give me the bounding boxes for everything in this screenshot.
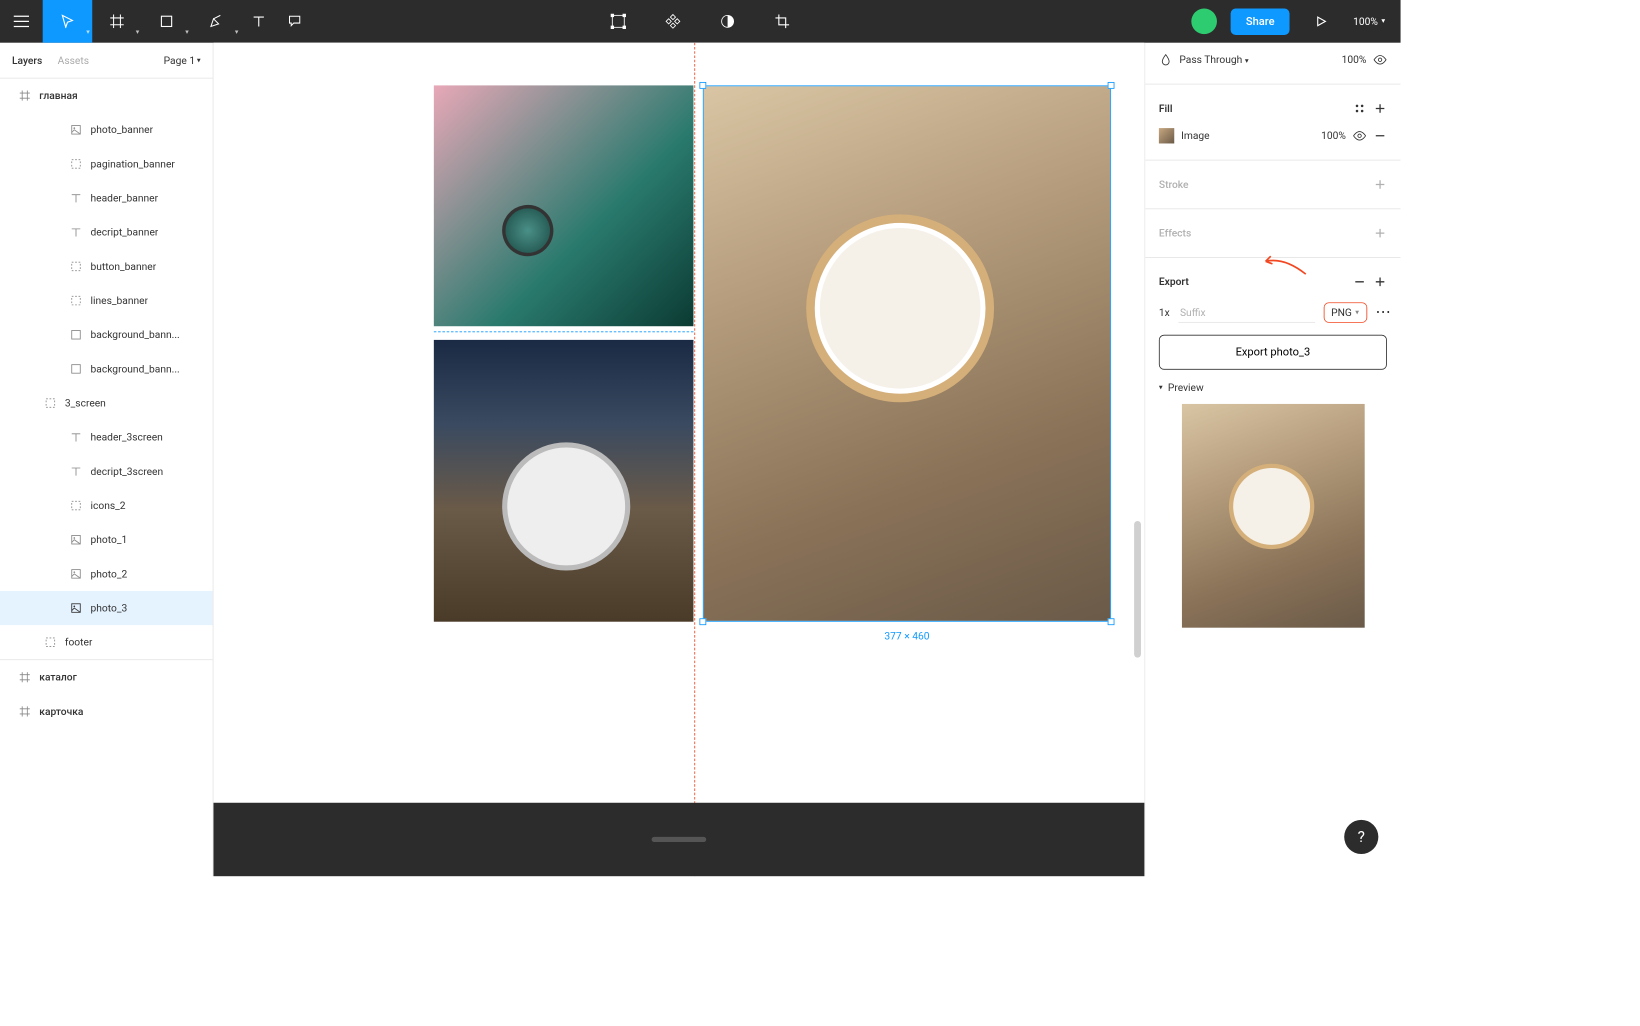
layer-row[interactable]: header_3screen — [0, 420, 213, 454]
add-stroke-icon[interactable] — [1373, 178, 1387, 192]
crop-icon[interactable] — [764, 0, 800, 43]
blend-mode-dropdown[interactable]: Pass Through ▾ — [1179, 54, 1248, 66]
present-button[interactable] — [1304, 0, 1340, 43]
blend-icon — [1159, 53, 1173, 67]
pen-tool[interactable]: ▾ — [191, 0, 241, 43]
resize-handle[interactable] — [699, 82, 706, 89]
tab-assets[interactable]: Assets — [58, 54, 89, 66]
smart-guide — [434, 331, 694, 332]
edit-object-icon[interactable] — [600, 0, 636, 43]
layer-row[interactable]: decript_banner — [0, 215, 213, 249]
export-preview-image — [1182, 404, 1365, 628]
frame-row[interactable]: карточка — [0, 694, 213, 728]
fill-opacity[interactable]: 100% — [1321, 130, 1346, 142]
export-scale-input[interactable]: 1x — [1159, 307, 1170, 319]
resize-handle[interactable] — [699, 618, 706, 625]
move-tool[interactable]: ▾ — [43, 0, 93, 43]
rect-icon — [70, 363, 82, 375]
export-button[interactable]: Export photo_3 — [1159, 335, 1387, 370]
group-icon — [44, 397, 56, 409]
add-effect-icon[interactable] — [1373, 226, 1387, 240]
layer-row[interactable]: photo_2 — [0, 557, 213, 591]
rect-icon — [70, 329, 82, 341]
layer-row[interactable]: decript_3screen — [0, 454, 213, 488]
design-panel: Pass Through ▾ 100% Fill Image 100% — [1144, 43, 1400, 877]
group-row[interactable]: 3_screen — [0, 386, 213, 420]
canvas-selection[interactable] — [703, 85, 1111, 621]
text-icon — [70, 226, 82, 238]
comment-tool[interactable] — [277, 0, 313, 43]
layer-row-selected[interactable]: photo_3 — [0, 591, 213, 625]
layers-panel: Layers Assets Page 1▾ главная photo_bann… — [0, 43, 214, 877]
frame-icon — [70, 260, 82, 272]
zoom-dropdown[interactable]: 100%▾ — [1353, 15, 1385, 27]
preview-toggle[interactable]: ▾ Preview — [1159, 382, 1387, 394]
main-menu-button[interactable] — [0, 0, 43, 43]
guide-line — [694, 43, 695, 877]
export-header: Export — [1159, 276, 1189, 288]
text-tool[interactable] — [241, 0, 277, 43]
share-button[interactable]: Share — [1231, 8, 1290, 34]
add-fill-icon[interactable] — [1373, 102, 1387, 116]
export-format-dropdown[interactable]: PNG▾ — [1323, 302, 1366, 322]
user-avatar[interactable] — [1191, 9, 1217, 35]
selection-dimensions: 377 × 460 — [822, 630, 993, 642]
frame-icon — [19, 671, 31, 683]
image-icon — [70, 568, 82, 580]
styles-icon[interactable] — [1353, 102, 1367, 116]
frame-icon — [70, 158, 82, 170]
components-icon[interactable] — [655, 0, 691, 43]
image-icon — [70, 534, 82, 546]
bottom-toolbar — [214, 803, 1145, 876]
effects-header: Effects — [1159, 227, 1191, 239]
mask-icon[interactable] — [710, 0, 746, 43]
frame-row[interactable]: каталог — [0, 660, 213, 694]
image-icon — [70, 602, 82, 614]
visibility-icon[interactable] — [1353, 129, 1367, 143]
layer-row[interactable]: photo_1 — [0, 523, 213, 557]
image-icon — [70, 124, 82, 136]
resize-handle[interactable] — [1108, 82, 1115, 89]
frame-row[interactable]: главная — [0, 79, 213, 113]
frame-icon — [19, 705, 31, 717]
frame-icon — [70, 500, 82, 512]
page-dropdown[interactable]: Page 1▾ — [164, 54, 201, 66]
group-icon — [44, 636, 56, 648]
fill-type-label: Image — [1181, 130, 1210, 142]
layer-row[interactable]: background_bann... — [0, 318, 213, 352]
bottom-handle[interactable] — [652, 837, 707, 842]
text-icon — [70, 192, 82, 204]
canvas-image-photo-1[interactable] — [434, 85, 694, 326]
stroke-header: Stroke — [1159, 178, 1189, 190]
fill-swatch[interactable] — [1159, 128, 1174, 143]
top-toolbar: ▾ ▾ ▾ ▾ Share 100%▾ — [0, 0, 1401, 43]
resize-handle[interactable] — [1108, 618, 1115, 625]
text-icon — [70, 431, 82, 443]
layer-row[interactable]: photo_banner — [0, 113, 213, 147]
group-row[interactable]: footer — [0, 625, 213, 659]
remove-fill-icon[interactable] — [1373, 129, 1387, 143]
frame-icon — [19, 90, 31, 102]
layer-row[interactable]: lines_banner — [0, 284, 213, 318]
canvas-image-photo-2[interactable] — [434, 340, 694, 622]
visibility-icon[interactable] — [1373, 53, 1387, 67]
layer-row[interactable]: header_banner — [0, 181, 213, 215]
help-button[interactable]: ? — [1344, 820, 1378, 854]
fill-header: Fill — [1159, 102, 1173, 114]
opacity-value[interactable]: 100% — [1342, 54, 1367, 66]
text-icon — [70, 465, 82, 477]
canvas[interactable]: 377 × 460 — [214, 43, 1145, 877]
layer-row[interactable]: pagination_banner — [0, 147, 213, 181]
layer-row[interactable]: button_banner — [0, 249, 213, 283]
add-export-icon[interactable] — [1373, 275, 1387, 289]
tab-layers[interactable]: Layers — [12, 54, 42, 66]
layer-row[interactable]: icons_2 — [0, 488, 213, 522]
frame-icon — [70, 295, 82, 307]
remove-export-icon[interactable] — [1353, 275, 1367, 289]
layer-row[interactable]: background_bann... — [0, 352, 213, 386]
export-suffix-input[interactable] — [1178, 303, 1315, 323]
canvas-scrollbar[interactable] — [1134, 521, 1141, 658]
frame-tool[interactable]: ▾ — [92, 0, 142, 43]
shape-tool[interactable]: ▾ — [142, 0, 192, 43]
